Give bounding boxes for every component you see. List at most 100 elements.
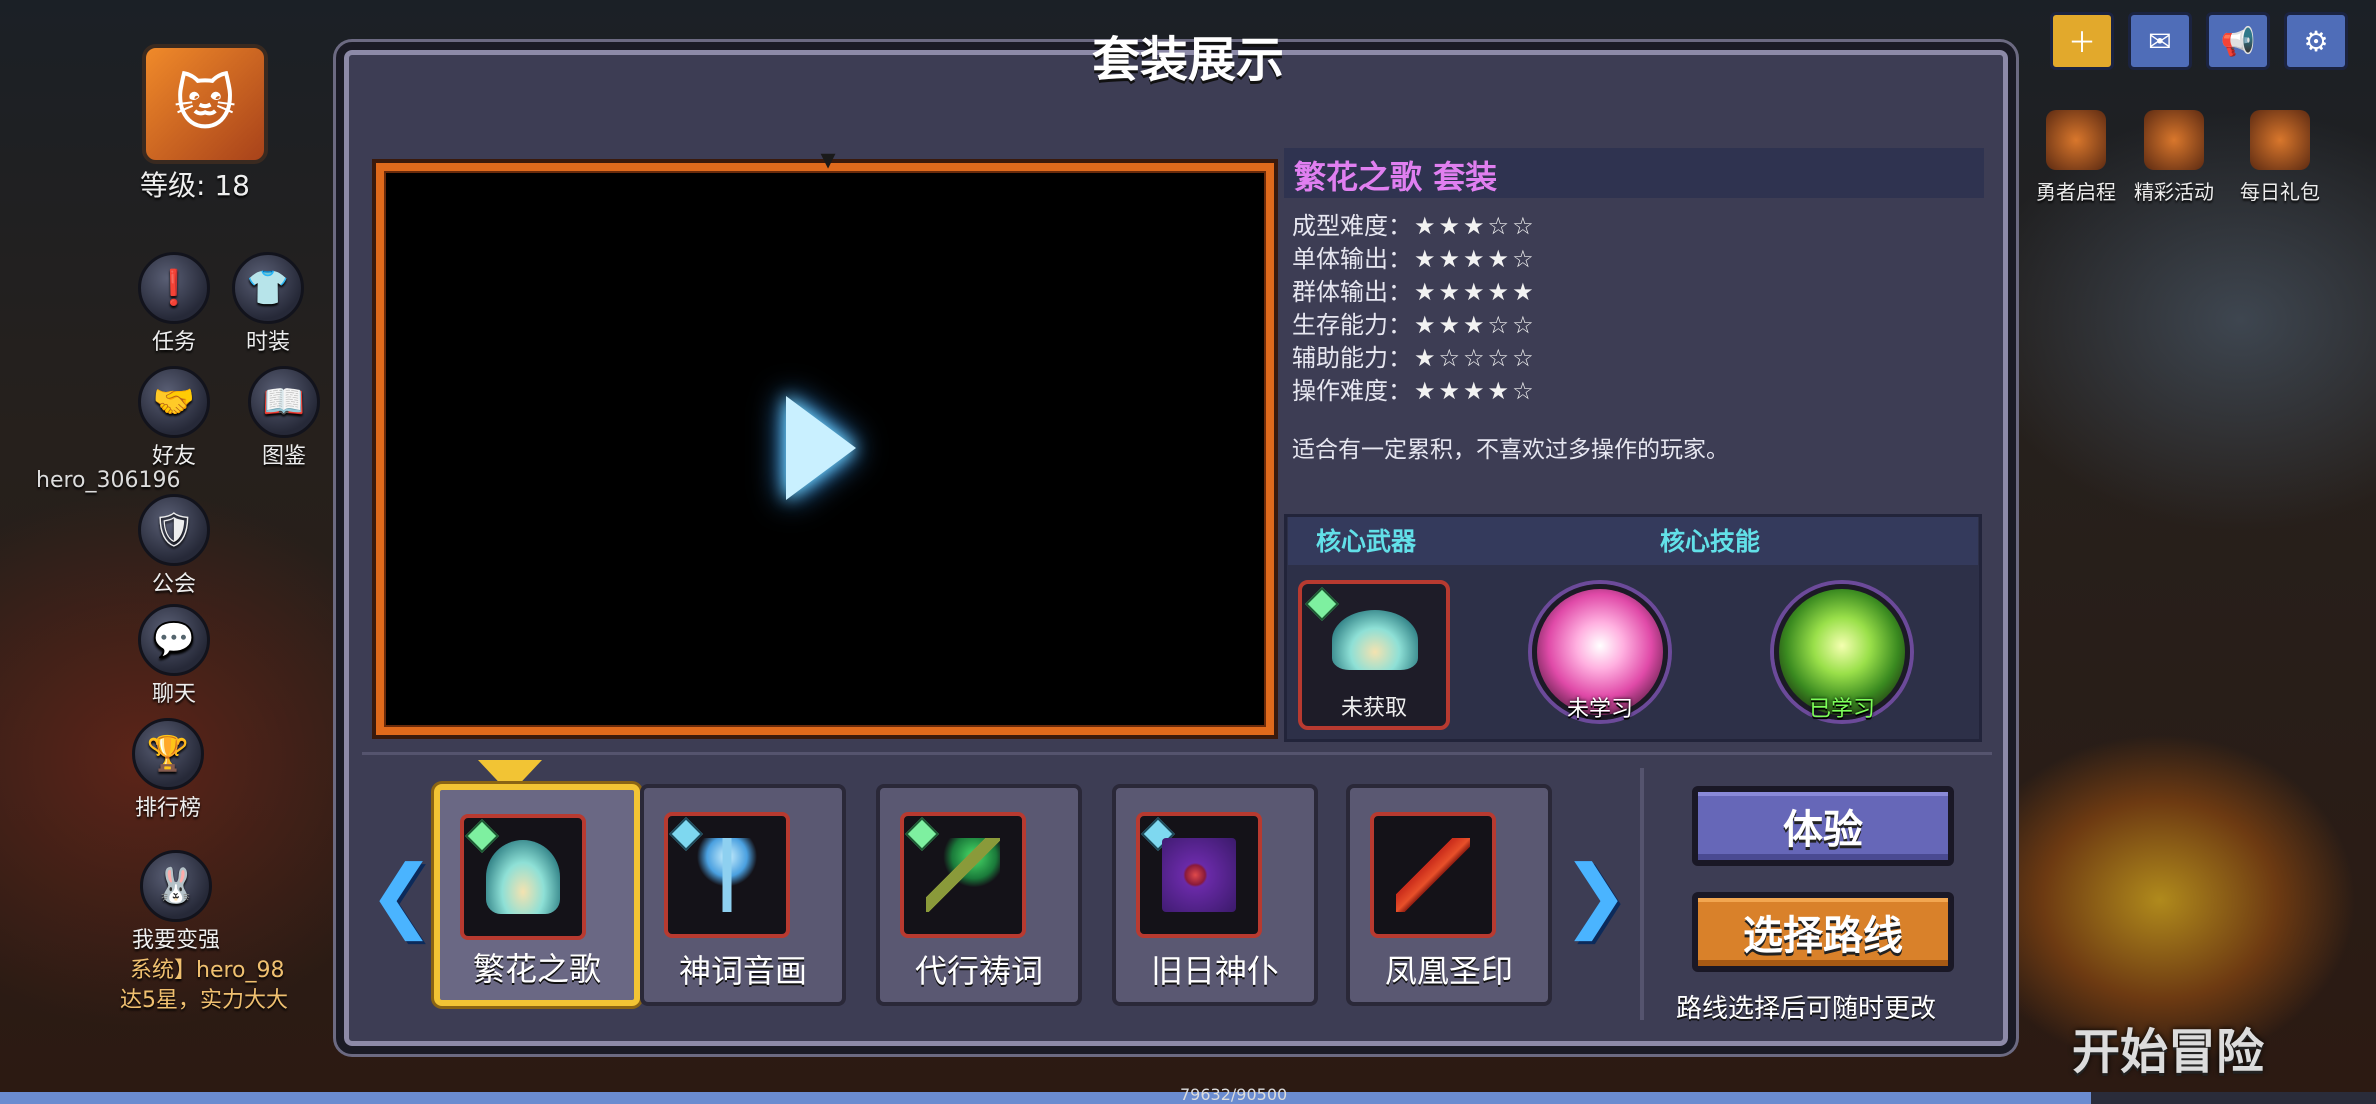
select-route-button[interactable]: 选择路线: [1692, 892, 1954, 972]
menu-quest-label: 任务: [151, 330, 196, 355]
set-card-label: 神词音画: [678, 952, 807, 990]
stat-label: 操作难度：: [1292, 377, 1412, 405]
activities-icon: [2144, 110, 2204, 170]
set-card-divine-words[interactable]: 神词音画: [640, 784, 846, 1006]
star-rating: ★☆☆☆☆: [1414, 344, 1537, 372]
stat-label: 群体输出：: [1292, 278, 1412, 306]
menu-friends[interactable]: 🤝 好友: [138, 366, 210, 470]
event-label: 勇者启程: [2036, 180, 2116, 204]
stat-row: 操作难度： ★★★★☆: [1292, 375, 1537, 408]
menu-quest[interactable]: ❗ 任务: [138, 252, 210, 356]
phoenix-staff-icon: [1396, 838, 1470, 912]
trophy-icon: 🏆: [132, 718, 204, 790]
get-stronger-icon: 🐰: [140, 850, 212, 922]
set-icon-box: [900, 812, 1026, 938]
set-card-phoenix-seal[interactable]: 凤凰圣印: [1346, 784, 1552, 1006]
stat-row: 辅助能力： ★☆☆☆☆: [1292, 342, 1537, 375]
set-name: 繁花之歌 套装: [1294, 158, 1498, 196]
set-card-old-servant[interactable]: 旧日神仆: [1112, 784, 1318, 1006]
star-rating: ★★★★★: [1414, 278, 1537, 306]
dialog-title: 套装展示: [1091, 32, 1284, 88]
xp-text: 79632/90500: [1180, 1085, 1288, 1104]
friends-icon: 🤝: [138, 366, 210, 438]
skill-status: 未学习: [1566, 697, 1633, 722]
set-icon-box: [1370, 812, 1496, 938]
guild-icon: 🛡: [138, 494, 210, 566]
menu-chat-label: 聊天: [151, 682, 196, 707]
hammer-icon: [926, 838, 1000, 912]
divider: [1640, 768, 1644, 1020]
menu-fashion[interactable]: 👕 时装: [232, 252, 304, 356]
weapon-status: 未获取: [1340, 696, 1407, 721]
star-rating: ★★★☆☆: [1414, 311, 1537, 339]
set-card-label: 代行祷词: [914, 952, 1043, 990]
xp-bar-fill: [0, 1092, 2091, 1104]
tome-icon: [1162, 838, 1236, 912]
stat-label: 单体输出：: [1292, 245, 1412, 273]
menu-codex[interactable]: 📖 图鉴: [248, 366, 320, 470]
star-rating: ★★★★☆: [1414, 377, 1537, 405]
event-label: 精彩活动: [2134, 180, 2214, 204]
rarity-gem-icon: [465, 819, 499, 853]
menu-ranking-label: 排行榜: [134, 796, 201, 821]
stat-row: 单体输出： ★★★★☆: [1292, 243, 1537, 276]
core-skill-header: 核心技能: [1660, 527, 1761, 556]
core-weapon-header: 核心武器: [1316, 527, 1417, 556]
fan-weapon-icon: [486, 840, 560, 914]
set-icon-box: [460, 814, 586, 940]
try-button[interactable]: 体验: [1692, 786, 1954, 866]
set-card-label: 凤凰圣印: [1384, 952, 1513, 990]
stat-row: 群体输出： ★★★★★: [1292, 276, 1537, 309]
fan-weapon-icon: [1332, 610, 1418, 670]
menu-friends-label: 好友: [151, 444, 196, 469]
menu-get-stronger-label: 我要变强: [132, 928, 221, 953]
set-card-proxy-prayer[interactable]: 代行祷词: [876, 784, 1082, 1006]
menu-ranking[interactable]: 🏆 排行榜: [132, 718, 204, 822]
quest-icon: ❗: [138, 252, 210, 324]
play-icon[interactable]: [786, 396, 856, 500]
core-skill-1[interactable]: 未学习: [1532, 584, 1668, 722]
menu-guild[interactable]: 🛡 公会: [138, 494, 210, 598]
menu-fashion-label: 时装: [245, 330, 290, 355]
star-rating: ★★★★☆: [1414, 245, 1537, 273]
chat-line: 系统】hero_98: [130, 958, 285, 983]
chevron-right-icon[interactable]: ❯: [1562, 848, 1629, 941]
set-description: 适合有一定累积，不喜欢过多操作的玩家。: [1292, 437, 1729, 463]
stat-row: 生存能力： ★★★☆☆: [1292, 309, 1537, 342]
set-icon-box: [1136, 812, 1262, 938]
staff-icon: [690, 838, 764, 912]
player-level: 等级: 18: [140, 169, 250, 202]
set-card-flower-song[interactable]: 繁花之歌: [434, 784, 640, 1006]
stat-label: 辅助能力：: [1292, 344, 1412, 372]
video-marker-icon: ▾: [820, 142, 836, 177]
divider: [362, 752, 1992, 755]
event-start-journey[interactable]: 勇者启程: [2036, 110, 2116, 205]
menu-get-stronger[interactable]: 🐰 我要变强: [132, 850, 220, 954]
stat-row: 成型难度： ★★★☆☆: [1292, 210, 1537, 243]
chat-icon: 💬: [138, 604, 210, 676]
menu-codex-label: 图鉴: [261, 444, 306, 469]
star-rating: ★★★☆☆: [1414, 212, 1537, 240]
set-card-label: 旧日神仆: [1150, 952, 1279, 990]
route-note: 路线选择后可随时更改: [1676, 994, 1937, 1024]
set-icon-box: [664, 812, 790, 938]
event-daily-gift[interactable]: 每日礼包: [2240, 110, 2320, 205]
menu-chat[interactable]: 💬 聊天: [138, 604, 210, 708]
core-weapon-card[interactable]: 未获取: [1298, 580, 1450, 730]
menu-guild-label: 公会: [151, 572, 196, 597]
stat-label: 成型难度：: [1292, 212, 1412, 240]
stat-label: 生存能力：: [1292, 311, 1412, 339]
fashion-icon: 👕: [232, 252, 304, 324]
skill-status: 已学习: [1808, 697, 1875, 722]
chevron-left-icon[interactable]: ❮: [368, 848, 435, 941]
core-skill-2[interactable]: 已学习: [1774, 584, 1910, 722]
gift-icon: [2250, 110, 2310, 170]
codex-icon: 📖: [248, 366, 320, 438]
start-adventure-button[interactable]: 开始冒险: [2072, 1012, 2264, 1082]
stats-list: 成型难度： ★★★☆☆ 单体输出： ★★★★☆ 群体输出： ★★★★★ 生存能力…: [1292, 210, 1537, 408]
chat-line: 达5星，实力大大: [120, 988, 288, 1013]
player-name: hero_306196: [36, 468, 181, 493]
event-activities[interactable]: 精彩活动: [2134, 110, 2214, 205]
start-journey-icon: [2046, 110, 2106, 170]
event-label: 每日礼包: [2240, 180, 2320, 204]
